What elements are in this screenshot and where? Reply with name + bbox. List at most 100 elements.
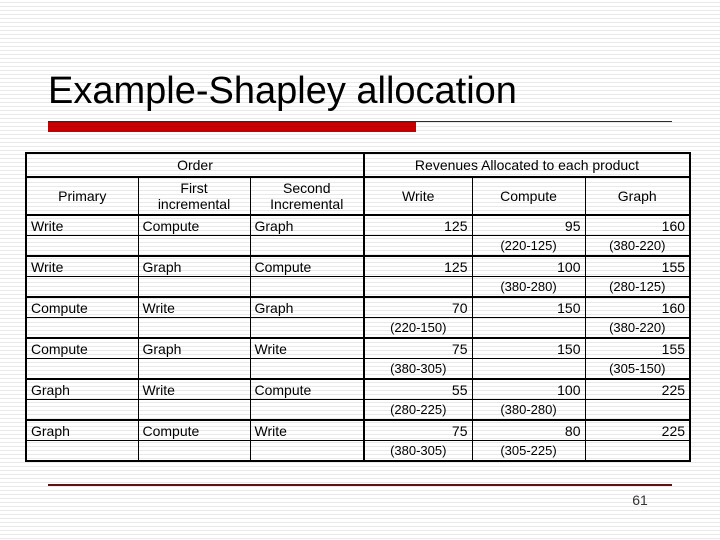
- column-header-graph: Graph: [584, 176, 692, 216]
- shapley-allocation-table: Order Revenues Allocated to each product…: [25, 152, 692, 462]
- cell-compute: 100: [471, 378, 586, 400]
- cell-first-calc: [137, 317, 251, 339]
- cell-first-calc: [137, 235, 251, 257]
- column-header-primary: Primary: [25, 176, 139, 216]
- column-header-compute: Compute: [471, 176, 586, 216]
- cell-compute: 95: [471, 214, 586, 236]
- cell-write-calc: (280-225): [363, 399, 473, 421]
- cell-first: Graph: [137, 255, 251, 277]
- cell-primary: Write: [25, 255, 139, 277]
- table-row-calc: (280-225) (380-280): [25, 399, 692, 421]
- cell-compute-calc: [471, 358, 586, 380]
- cell-compute: 150: [471, 337, 586, 359]
- table-row-calc: (380-280) (280-125): [25, 276, 692, 298]
- cell-primary: Compute: [25, 296, 139, 318]
- column-header-first-line2: incremental: [157, 196, 231, 212]
- cell-primary-calc: [25, 276, 139, 298]
- cell-graph-calc: [584, 399, 692, 421]
- table-row: Compute Graph Write 75 150 155: [25, 337, 692, 359]
- cell-graph: 225: [584, 419, 692, 441]
- footer-rule: [48, 484, 672, 486]
- column-header-second-line1: Second: [283, 180, 331, 196]
- table-row: Write Graph Compute 125 100 155: [25, 255, 692, 277]
- cell-graph: 155: [584, 337, 692, 359]
- cell-graph-calc: [584, 440, 692, 462]
- cell-second-calc: [249, 440, 365, 462]
- cell-second-calc: [249, 276, 365, 298]
- cell-write: 125: [363, 214, 473, 236]
- cell-second: Write: [249, 337, 365, 359]
- cell-second: Graph: [249, 214, 365, 236]
- cell-first: Compute: [137, 214, 251, 236]
- cell-write: 125: [363, 255, 473, 277]
- cell-first: Compute: [137, 419, 251, 441]
- cell-first: Graph: [137, 337, 251, 359]
- cell-second: Graph: [249, 296, 365, 318]
- page-number: 61: [632, 492, 648, 508]
- cell-graph: 160: [584, 296, 692, 318]
- cell-write-calc: [363, 235, 473, 257]
- cell-second: Compute: [249, 378, 365, 400]
- cell-graph: 225: [584, 378, 692, 400]
- table-column-header-row: Primary First incremental Second Increme…: [25, 176, 692, 216]
- cell-graph: 160: [584, 214, 692, 236]
- cell-primary-calc: [25, 358, 139, 380]
- cell-primary: Write: [25, 214, 139, 236]
- cell-compute: 80: [471, 419, 586, 441]
- cell-second: Write: [249, 419, 365, 441]
- cell-graph-calc: (380-220): [584, 317, 692, 339]
- group-header-revenues: Revenues Allocated to each product: [362, 152, 692, 178]
- cell-write: 75: [363, 419, 473, 441]
- cell-first-calc: [137, 440, 251, 462]
- cell-primary-calc: [25, 440, 139, 462]
- cell-write-calc: [363, 276, 473, 298]
- column-header-write: Write: [363, 176, 473, 216]
- cell-first-calc: [137, 276, 251, 298]
- cell-first: Write: [137, 296, 251, 318]
- cell-write: 70: [363, 296, 473, 318]
- cell-primary: Compute: [25, 337, 139, 359]
- cell-write: 55: [363, 378, 473, 400]
- cell-second-calc: [249, 358, 365, 380]
- cell-first: Write: [137, 378, 251, 400]
- group-header-order: Order: [25, 152, 365, 178]
- cell-graph-calc: (280-125): [584, 276, 692, 298]
- cell-compute-calc: [471, 317, 586, 339]
- cell-write: 75: [363, 337, 473, 359]
- table-row: Graph Compute Write 75 80 225: [25, 419, 692, 441]
- table-row-calc: (380-305) (305-225): [25, 440, 692, 462]
- cell-second-calc: [249, 317, 365, 339]
- cell-compute-calc: (220-125): [471, 235, 586, 257]
- table-group-header-row: Order Revenues Allocated to each product: [25, 152, 692, 178]
- cell-second: Compute: [249, 255, 365, 277]
- table-row-calc: (220-150) (380-220): [25, 317, 692, 339]
- table-row: Graph Write Compute 55 100 225: [25, 378, 692, 400]
- allocation-table: Order Revenues Allocated to each product…: [25, 152, 692, 462]
- cell-second-calc: [249, 235, 365, 257]
- cell-compute: 150: [471, 296, 586, 318]
- cell-primary-calc: [25, 399, 139, 421]
- table-row: Compute Write Graph 70 150 160: [25, 296, 692, 318]
- cell-graph: 155: [584, 255, 692, 277]
- cell-second-calc: [249, 399, 365, 421]
- page-title: Example-Shapley allocation: [48, 70, 517, 112]
- cell-write-calc: (380-305): [363, 358, 473, 380]
- column-header-first-line1: First: [180, 180, 208, 196]
- title-underline-accent-bar: [48, 122, 416, 132]
- cell-write-calc: (380-305): [363, 440, 473, 462]
- cell-graph-calc: (305-150): [584, 358, 692, 380]
- cell-compute-calc: (380-280): [471, 276, 586, 298]
- cell-compute-calc: (380-280): [471, 399, 586, 421]
- cell-compute: 100: [471, 255, 586, 277]
- table-row-calc: (380-305) (305-150): [25, 358, 692, 380]
- cell-first-calc: [137, 358, 251, 380]
- cell-write-calc: (220-150): [363, 317, 473, 339]
- cell-compute-calc: (305-225): [471, 440, 586, 462]
- cell-primary-calc: [25, 235, 139, 257]
- column-header-second-incremental: Second Incremental: [249, 176, 365, 216]
- cell-first-calc: [137, 399, 251, 421]
- column-header-first-incremental: First incremental: [137, 176, 251, 216]
- column-header-second-line2: Incremental: [270, 196, 344, 212]
- cell-primary-calc: [25, 317, 139, 339]
- cell-graph-calc: (380-220): [584, 235, 692, 257]
